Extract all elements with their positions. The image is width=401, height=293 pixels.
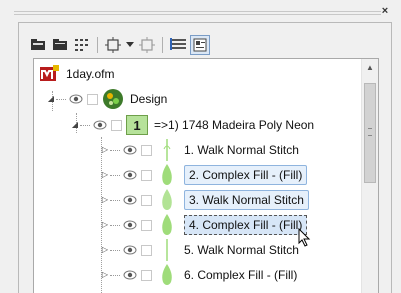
eye-icon[interactable]	[122, 144, 138, 156]
tree-connector	[110, 249, 120, 251]
lock-checkbox[interactable]	[141, 244, 152, 256]
expand-right-icon[interactable]: ▷	[100, 245, 110, 255]
tree-item[interactable]: ▷ 5. Walk Normal Stitch	[100, 239, 299, 261]
tree-node-root[interactable]: 1day.ofm	[40, 63, 114, 85]
expand-down-icon[interactable]: ◢	[70, 120, 80, 130]
lock-checkbox[interactable]	[141, 269, 152, 281]
toolbar-separator	[162, 37, 163, 53]
lock-checkbox[interactable]	[141, 194, 152, 206]
tree-label: 1day.ofm	[66, 67, 115, 81]
tree-label: 1. Walk Normal Stitch	[184, 143, 299, 157]
eye-icon[interactable]	[68, 93, 84, 105]
expand-down-icon[interactable]: ◢	[46, 94, 56, 104]
eye-icon[interactable]	[92, 119, 108, 131]
expand-right-icon[interactable]: ▷	[100, 220, 110, 230]
close-icon[interactable]: ×	[379, 5, 391, 17]
walk-stitch-icon	[156, 239, 178, 261]
tree-label: =>1) 1748 Madeira Poly Neon	[154, 118, 315, 132]
tree-connector	[110, 224, 120, 226]
tree-label-selected: 3. Walk Normal Stitch	[184, 190, 309, 210]
fill-stitch-icon	[156, 164, 178, 186]
dropdown-arrow-icon[interactable]	[125, 35, 135, 55]
tree-connector	[110, 174, 120, 176]
grid-icon[interactable]	[72, 35, 92, 55]
eye-icon[interactable]	[122, 194, 138, 206]
tree-connector	[110, 149, 120, 151]
frame-icon[interactable]	[103, 35, 123, 55]
tree-connector	[80, 124, 90, 126]
properties-icon[interactable]	[190, 35, 210, 55]
eye-icon[interactable]	[122, 169, 138, 181]
tree-label: 5. Walk Normal Stitch	[184, 243, 299, 257]
frame-disabled-icon[interactable]	[137, 35, 157, 55]
color-swatch: 1	[126, 115, 148, 135]
eye-icon[interactable]	[122, 244, 138, 256]
thumb-grip	[368, 128, 372, 136]
tree-label-selected: 2. Complex Fill - (Fill)	[184, 165, 308, 185]
object-tree[interactable]: 1day.ofm ◢ Design ◢ 1 =>1) 1748 Madeira …	[33, 58, 379, 293]
list-icon[interactable]	[168, 35, 188, 55]
panel-titlebar: ×	[0, 0, 401, 24]
eye-icon[interactable]	[122, 269, 138, 281]
expand-right-icon[interactable]: ▷	[100, 145, 110, 155]
walk-stitch-icon	[156, 139, 178, 161]
expand-right-icon[interactable]: ▷	[100, 270, 110, 280]
toolbar-separator	[97, 37, 98, 53]
folder-open-icon[interactable]	[28, 35, 48, 55]
walk-stitch-icon	[156, 189, 178, 211]
drag-grip[interactable]	[14, 11, 381, 15]
lock-checkbox[interactable]	[141, 169, 152, 181]
tree-label-focused: 4. Complex Fill - (Fill)	[184, 215, 308, 235]
tree-connector	[110, 274, 120, 276]
tree-item[interactable]: ▷ 6. Complex Fill - (Fill)	[100, 264, 297, 286]
lock-checkbox[interactable]	[87, 93, 98, 105]
tree-node-design[interactable]: ◢ Design	[46, 88, 167, 110]
tree-node-color-group[interactable]: ◢ 1 =>1) 1748 Madeira Poly Neon	[70, 114, 314, 136]
lock-checkbox[interactable]	[111, 119, 122, 131]
tree-label: Design	[130, 92, 168, 106]
lock-checkbox[interactable]	[141, 219, 152, 231]
toolbar	[28, 34, 210, 56]
tree-connector	[110, 199, 120, 201]
tree-item[interactable]: ▷ 4. Complex Fill - (Fill)	[100, 214, 308, 236]
tree-label: 6. Complex Fill - (Fill)	[184, 268, 298, 282]
tree-item[interactable]: ▷ 2. Complex Fill - (Fill)	[100, 164, 308, 186]
folder-closed-icon[interactable]	[50, 35, 70, 55]
ofm-logo-icon	[40, 65, 60, 83]
vertical-scrollbar[interactable]: ▲	[361, 59, 378, 293]
expand-right-icon[interactable]: ▷	[100, 195, 110, 205]
scroll-thumb[interactable]	[364, 83, 376, 183]
tree-connector	[56, 98, 66, 100]
scroll-up-icon[interactable]: ▲	[362, 63, 378, 75]
eye-icon[interactable]	[122, 219, 138, 231]
fill-stitch-icon	[156, 214, 178, 236]
lock-checkbox[interactable]	[141, 144, 152, 156]
tree-item[interactable]: ▷ 3. Walk Normal Stitch	[100, 189, 309, 211]
expand-right-icon[interactable]: ▷	[100, 170, 110, 180]
design-globe-icon	[102, 88, 124, 110]
fill-stitch-icon	[156, 264, 178, 286]
tree-item[interactable]: ▷ 1. Walk Normal Stitch	[100, 139, 299, 161]
